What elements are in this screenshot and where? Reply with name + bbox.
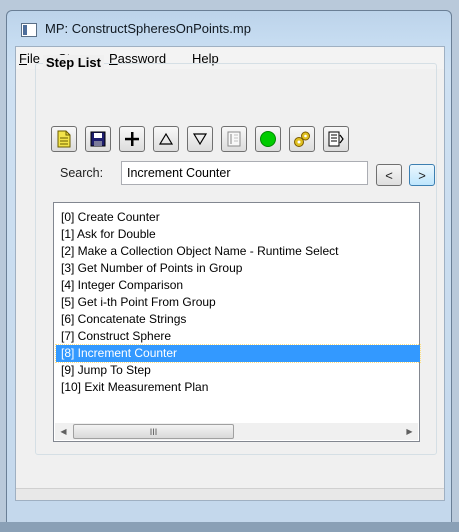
notes-icon [227,131,241,147]
scroll-left-icon[interactable]: ◀ [55,423,72,440]
list-item[interactable]: [3] Get Number of Points in Group [56,260,420,277]
list-item[interactable]: [0] Create Counter [56,209,420,226]
search-prev-button[interactable]: < [376,164,402,186]
window-title: MP: ConstructSpheresOnPoints.mp [45,21,251,36]
list-item[interactable]: [10] Exit Measurement Plan [56,379,420,396]
settings-button[interactable] [289,126,315,152]
move-down-button[interactable] [187,126,213,152]
list-item[interactable]: [9] Jump To Step [56,362,420,379]
new-step-icon [57,130,71,148]
save-button[interactable] [85,126,111,152]
list-item[interactable]: [6] Concatenate Strings [56,311,420,328]
list-item[interactable]: [5] Get i-th Point From Group [56,294,420,311]
notes-button[interactable] [221,126,247,152]
run-icon [260,131,276,147]
app-window: MP: ConstructSpheresOnPoints.mp File Ste… [6,10,452,524]
move-up-icon [158,132,174,145]
app-icon[interactable] [21,23,37,37]
new-step-button[interactable] [51,126,77,152]
list-item[interactable]: [2] Make a Collection Object Name - Runt… [56,243,420,260]
scroll-right-icon[interactable]: ▶ [401,423,418,440]
search-input[interactable] [121,161,368,185]
move-down-icon [192,133,208,146]
run-button[interactable] [255,126,281,152]
save-icon [90,131,106,147]
properties-button[interactable] [323,126,349,152]
title-bar[interactable]: MP: ConstructSpheresOnPoints.mp [7,11,451,46]
search-label: Search: [60,166,104,180]
search-next-button[interactable]: > [409,164,435,186]
list-item[interactable]: [1] Ask for Double [56,226,420,243]
gears-icon [294,131,310,147]
properties-icon [328,131,344,147]
list-item-selected[interactable]: [8] Increment Counter [55,344,421,363]
list-item[interactable]: [4] Integer Comparison [56,277,420,294]
list-item[interactable]: [7] Construct Sphere [56,328,420,345]
taskbar-strip [0,522,459,532]
status-bar [16,488,444,500]
add-icon [125,132,139,146]
step-list-label: Step List [43,55,104,70]
horizontal-scrollbar[interactable]: ◀ III ▶ [55,423,418,440]
add-step-button[interactable] [119,126,145,152]
scroll-grip-icon: III [149,426,158,437]
move-up-button[interactable] [153,126,179,152]
step-listbox[interactable]: [0] Create Counter [1] Ask for Double [2… [53,202,421,442]
scroll-thumb[interactable]: III [73,424,234,439]
menu-file-accel: F [19,51,27,66]
